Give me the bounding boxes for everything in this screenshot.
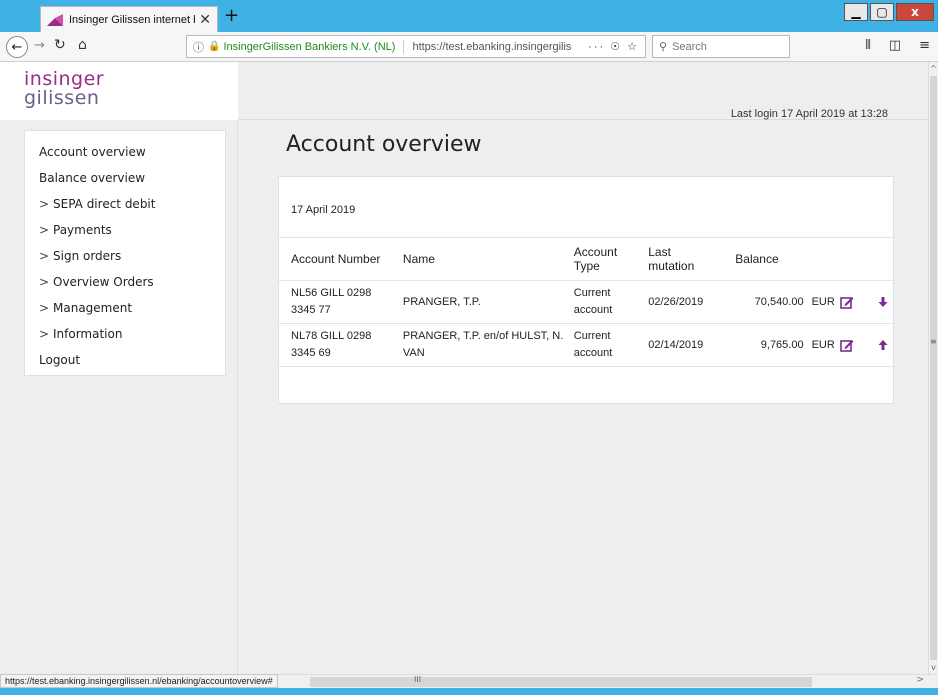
account-type: Current account [573,287,613,316]
edit-icon[interactable] [840,295,854,309]
col-balance: Balance [735,252,779,266]
sidebar-item-balance-overview[interactable]: Balance overview [39,165,225,191]
search-icon: ⚲ [659,41,668,53]
browser-toolbar: ← → ↻ ⌂ ⓘ 🔒 InsingerGilissen Bankiers N.… [0,32,938,62]
arrow-up-icon[interactable] [877,339,889,351]
vertical-scrollbar[interactable]: ^ ≡ v [928,62,938,674]
sidebar-item-overview-orders[interactable]: > Overview Orders [39,269,225,295]
window-controls: ▁ ▢ x [844,3,934,21]
balance-amount: 70,540.00 [754,295,804,308]
main-content: Account overview 17 April 2019 Account N… [238,120,928,674]
tab-title: Insinger Gilissen internet banki [69,13,195,26]
toolbar-right: ⫴ ◫ ≡ [865,38,930,53]
last-login-text: Last login 17 April 2019 at 13:28 [730,108,888,120]
site-favicon-icon [47,13,63,26]
col-account-type: Account Type [573,245,618,273]
sidebar-item-sepa-direct-debit[interactable]: > SEPA direct debit [39,191,225,217]
logo-line-2: gilissen [24,87,100,109]
search-placeholder: Search [672,40,707,53]
new-tab-button[interactable]: + [224,6,239,26]
page-content: insinger gilissen Last login 17 April 20… [0,62,928,674]
col-last-mutation: Last mutation [648,245,695,273]
vertical-scroll-thumb[interactable] [930,76,937,660]
close-window-button[interactable]: x [896,3,934,21]
scroll-down-icon[interactable]: v [929,663,938,672]
row-actions: EUR [808,281,893,324]
lock-icon: 🔒 [208,41,221,52]
currency: EUR [811,338,835,351]
url-separator [403,39,405,54]
account-name: PRANGER, T.P. [402,295,481,308]
balance-amount: 9,765.00 [760,338,804,351]
browser-tab[interactable]: Insinger Gilissen internet banki ✕ [40,6,218,32]
forward-button[interactable]: → [34,38,45,53]
sidebar-item-management[interactable]: > Management [39,295,225,321]
col-name: Name [402,252,435,266]
scroll-up-icon[interactable]: ^ [929,64,938,73]
horizontal-scroll-thumb[interactable] [310,677,812,687]
search-input[interactable]: ⚲ Search [652,35,790,58]
account-name: PRANGER, T.P. en/of HULST, N. VAN [402,330,564,359]
url-text[interactable]: https://test.ebanking.insingergilis [412,41,582,53]
sidebar-item-payments[interactable]: > Payments [39,217,225,243]
accounts-table: Account Number Name Account Type Last mu… [279,237,893,367]
sidebar-item-sign-orders[interactable]: > Sign orders [39,243,225,269]
browser-titlebar: Insinger Gilissen internet banki ✕ + ▁ ▢… [0,0,938,32]
home-button[interactable]: ⌂ [78,37,87,53]
page-header: Last login 17 April 2019 at 13:28 [238,62,928,120]
chevron-right-icon: > [39,275,50,289]
tab-close-icon[interactable]: ✕ [199,13,211,27]
maximize-button[interactable]: ▢ [870,3,894,21]
menu-icon[interactable]: ≡ [919,38,930,53]
table-row[interactable]: NL56 GILL 0298 3345 77 PRANGER, T.P. Cur… [279,281,893,324]
page-actions-icon[interactable]: ··· ☉ ☆ [588,40,639,53]
page-title: Account overview [286,132,482,157]
scroll-grip-icon: ≡ [930,337,937,346]
status-bar-url: https://test.ebanking.insingergilissen.n… [0,674,278,688]
account-overview-card: 17 April 2019 Account Number Name Accoun… [278,176,894,404]
sidebar-item-logout[interactable]: Logout [39,347,225,373]
chevron-right-icon: > [39,327,50,341]
site-identity[interactable]: InsingerGilissen Bankiers N.V. (NL) [223,41,395,53]
sidebar-item-account-overview[interactable]: Account overview [39,139,225,165]
address-bar[interactable]: ⓘ 🔒 InsingerGilissen Bankiers N.V. (NL) … [186,35,646,58]
last-mutation: 02/26/2019 [648,295,704,308]
account-number[interactable]: NL56 GILL 0298 3345 77 [279,281,399,324]
currency: EUR [811,295,835,308]
col-account-number: Account Number [291,252,381,266]
scroll-right-icon[interactable]: > [916,675,924,685]
info-icon[interactable]: ⓘ [193,39,204,55]
back-button[interactable]: ← [6,36,28,58]
window-bottom-border [0,688,938,695]
table-header-row: Account Number Name Account Type Last mu… [279,237,893,281]
logo[interactable]: insinger gilissen [0,62,238,120]
chevron-right-icon: > [39,301,50,315]
arrow-down-icon[interactable] [877,296,889,308]
reload-button[interactable]: ↻ [54,37,66,53]
account-number[interactable]: NL78 GILL 0298 3345 69 [279,324,399,367]
minimize-button[interactable]: ▁ [844,3,868,21]
sidebar-nav: Account overview Balance overview > SEPA … [24,130,226,376]
scroll-grip-icon: III [414,675,422,684]
row-actions: EUR [808,324,893,367]
col-actions [808,238,893,281]
last-mutation: 02/14/2019 [648,338,704,351]
sidebar-item-information[interactable]: > Information [39,321,225,347]
sidebar-icon[interactable]: ◫ [889,38,901,53]
table-row[interactable]: NL78 GILL 0298 3345 69 PRANGER, T.P. en/… [279,324,893,367]
chevron-right-icon: > [39,249,50,263]
chevron-right-icon: > [39,223,50,237]
account-type: Current account [573,330,613,359]
library-icon[interactable]: ⫴ [865,38,870,53]
edit-icon[interactable] [840,338,854,352]
overview-date: 17 April 2019 [291,204,356,216]
chevron-right-icon: > [39,197,50,211]
